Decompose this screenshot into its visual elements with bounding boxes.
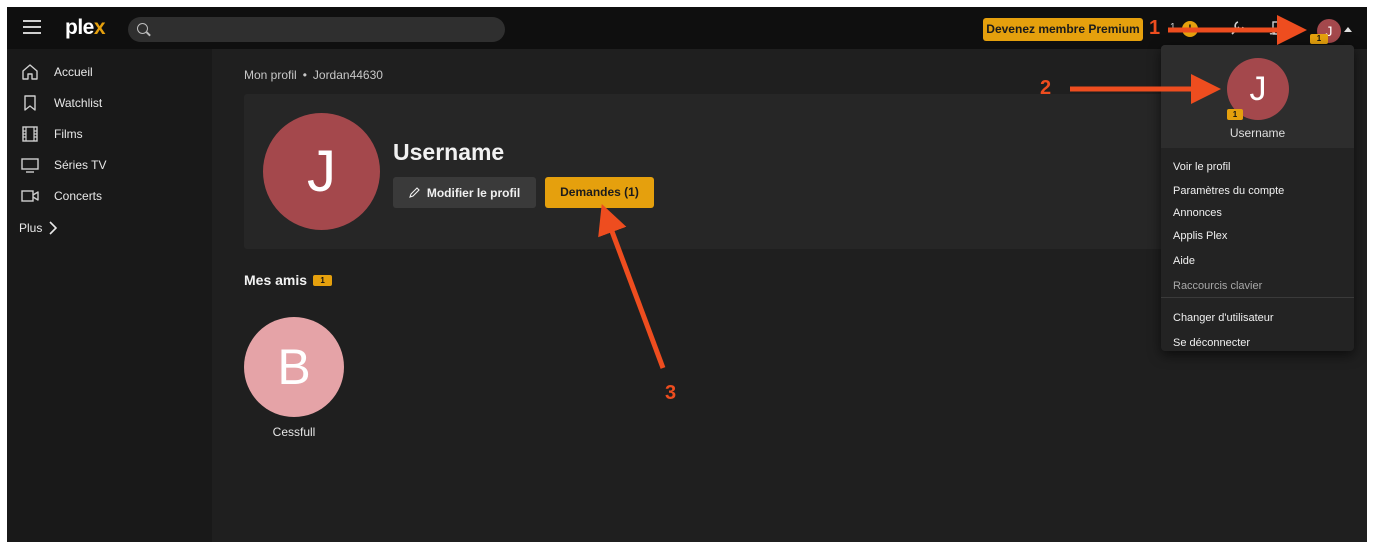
profile-card: J Username Modifier le profil Demandes (… <box>244 94 1244 249</box>
sidebar-item-accueil[interactable]: Accueil <box>21 61 93 83</box>
sidebar-item-watchlist[interactable]: Watchlist <box>21 92 102 114</box>
friend-name[interactable]: Cessfull <box>244 425 344 439</box>
requests-button[interactable]: Demandes (1) <box>545 177 654 208</box>
top-bar: plex Devenez membre Premium 1 ! J 1 <box>7 7 1367 49</box>
breadcrumb-user: Jordan44630 <box>312 68 383 82</box>
annotation-label-2: 2 <box>1040 77 1052 99</box>
friend-avatar[interactable]: B <box>244 317 344 417</box>
bookmark-icon <box>24 95 36 111</box>
menu-icon[interactable] <box>23 20 41 36</box>
dropdown-avatar-badge: 1 <box>1227 109 1243 120</box>
dropdown-header: J 1 Username <box>1161 45 1354 148</box>
profile-username: Username <box>393 139 505 165</box>
search-input[interactable] <box>128 17 505 42</box>
premium-button[interactable]: Devenez membre Premium <box>983 18 1143 41</box>
search-icon <box>137 23 148 34</box>
sidebar-more[interactable]: Plus <box>19 221 58 235</box>
menu-item-keyboard-shortcuts[interactable]: Raccourcis clavier <box>1173 280 1262 292</box>
home-icon <box>22 64 38 80</box>
friends-count-badge: 1 <box>313 274 333 286</box>
profile-avatar: J <box>263 113 380 230</box>
friends-section-title: Mes amis 1 <box>244 272 333 288</box>
chevron-right-icon <box>49 221 58 235</box>
caret-up-icon[interactable] <box>1344 27 1352 32</box>
plex-logo[interactable]: plex <box>65 16 106 40</box>
menu-item-announcements[interactable]: Annonces <box>1173 207 1222 219</box>
breadcrumb: Mon profil • Jordan44630 <box>244 68 389 82</box>
menu-item-account-settings[interactable]: Paramètres du compte <box>1173 185 1284 197</box>
menu-item-switch-user[interactable]: Changer d'utilisateur <box>1173 312 1274 324</box>
cast-icon[interactable] <box>1269 21 1289 35</box>
edit-profile-button[interactable]: Modifier le profil <box>393 177 536 208</box>
plex-app-window: plex Devenez membre Premium 1 ! J 1 Accu… <box>7 7 1367 542</box>
sidebar-item-concerts[interactable]: Concerts <box>21 185 102 207</box>
menu-item-plex-apps[interactable]: Applis Plex <box>1173 230 1227 242</box>
menu-divider <box>1161 297 1354 298</box>
sidebar: Accueil Watchlist Films Séries TV Concer… <box>7 49 212 542</box>
menu-item-help[interactable]: Aide <box>1173 255 1195 267</box>
annotation-label-3: 3 <box>665 382 677 404</box>
activity-icon[interactable]: ! <box>1182 21 1198 37</box>
dropdown-username: Username <box>1229 126 1286 140</box>
activity-count: 1 <box>1170 22 1176 33</box>
pencil-icon <box>408 187 420 198</box>
breadcrumb-section[interactable]: Mon profil <box>244 68 297 82</box>
sidebar-item-series-tv[interactable]: Séries TV <box>21 154 106 176</box>
wrench-icon[interactable] <box>1229 19 1245 37</box>
film-icon <box>22 126 38 142</box>
menu-item-view-profile[interactable]: Voir le profil <box>1173 161 1230 173</box>
breadcrumb-separator: • <box>302 68 307 82</box>
user-dropdown-menu: J 1 Username Voir le profil Paramètres d… <box>1161 45 1354 351</box>
camera-icon <box>21 190 39 202</box>
tv-icon <box>21 158 39 173</box>
annotation-label-1: 1 <box>1149 17 1161 39</box>
menu-item-sign-out[interactable]: Se déconnecter <box>1173 337 1250 349</box>
sidebar-item-films[interactable]: Films <box>21 123 83 145</box>
avatar-notification-badge: 1 <box>1310 34 1328 44</box>
